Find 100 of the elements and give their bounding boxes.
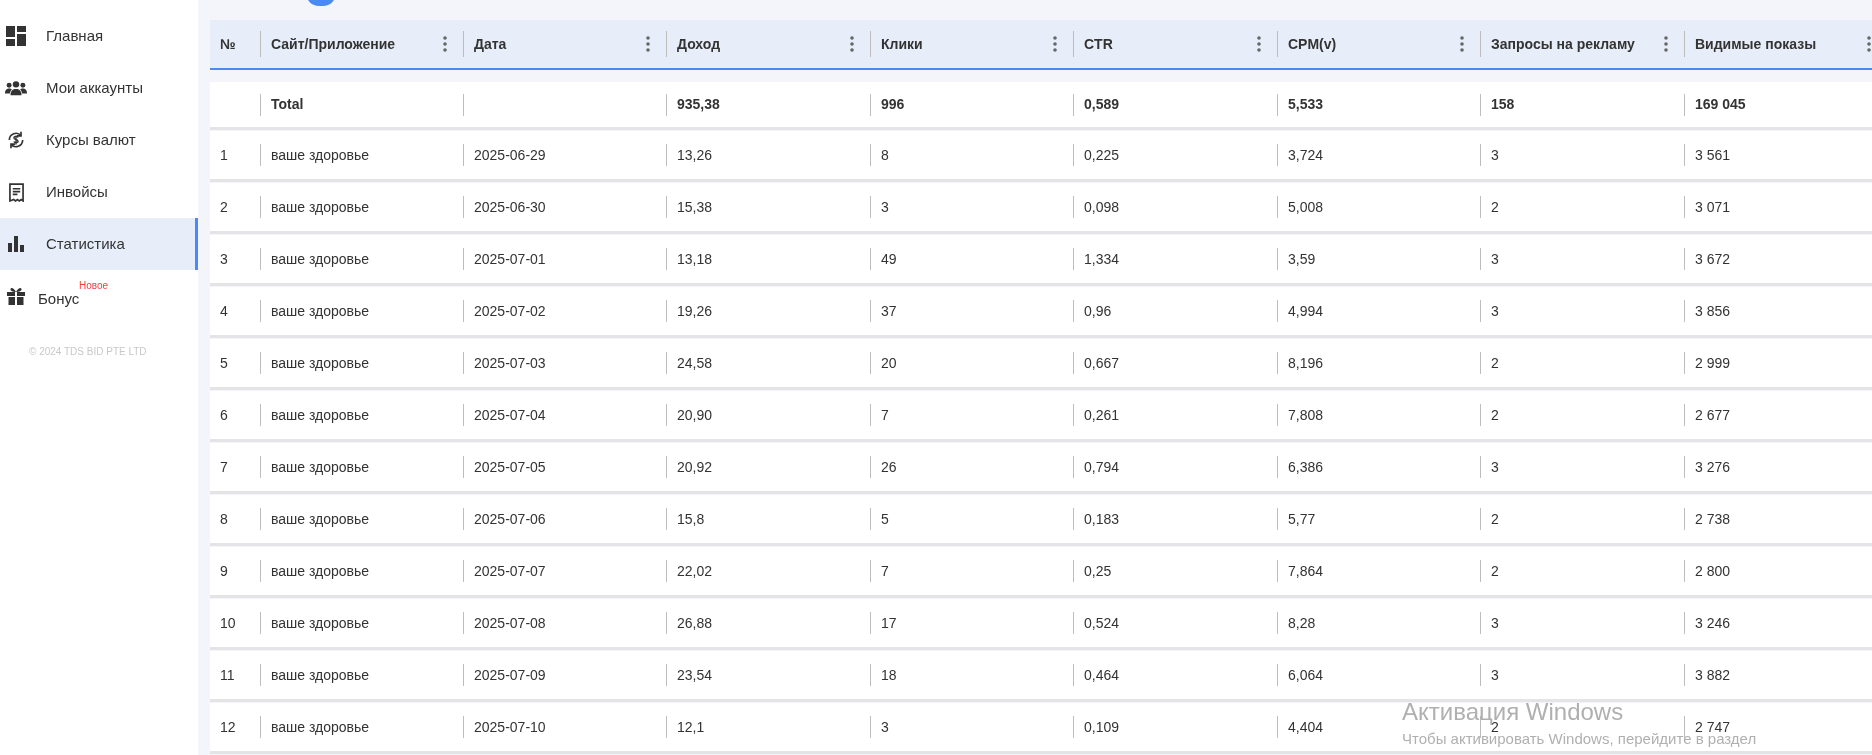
- table-cell-text: 3: [1491, 457, 1499, 477]
- table-cell-text: 0,667: [1084, 353, 1120, 373]
- table-cell-text: 19,26: [677, 301, 713, 321]
- table-cell-text: 1,334: [1084, 249, 1120, 269]
- column-header[interactable]: CPM(v): [1288, 36, 1460, 52]
- table-cell-text: 2025-07-02: [474, 301, 546, 321]
- bar-chart-icon: [8, 236, 24, 252]
- more-options-icon[interactable]: [850, 36, 854, 52]
- new-label: Новое: [79, 279, 109, 293]
- table-cell-text: 2 800: [1695, 561, 1731, 581]
- table-cell-text: 3 856: [1695, 301, 1731, 321]
- table-cell-text: 4,404: [1288, 717, 1324, 737]
- table-cell-text: 3 071: [1695, 197, 1731, 217]
- table-cell-text: 0,524: [1084, 613, 1120, 633]
- table-cell-text: 996: [881, 95, 905, 114]
- table-cell-text: 26,88: [677, 613, 713, 633]
- column-header[interactable]: Дата: [474, 36, 646, 52]
- more-options-icon[interactable]: [1867, 36, 1871, 52]
- sidebar-item[interactable]: Бонус Новое: [0, 270, 198, 322]
- table-cell-text: 6: [220, 405, 228, 425]
- table-cell-text: 11: [220, 665, 235, 685]
- table-cell-text: ваше здоровье: [271, 665, 370, 685]
- table-cell-text: 4: [220, 301, 228, 321]
- sidebar-item[interactable]: Мои аккаунты: [0, 62, 198, 114]
- receipt-icon: [8, 182, 24, 202]
- table-cell-text: 3: [1491, 613, 1499, 633]
- people-icon: [5, 80, 27, 96]
- sidebar-item[interactable]: Инвойсы: [0, 166, 198, 218]
- column-header[interactable]: Клики: [881, 36, 1053, 52]
- table-cell-text: 6,386: [1288, 457, 1324, 477]
- table-cell-text: 10: [220, 613, 236, 633]
- table-cell-text: 0,464: [1084, 665, 1120, 685]
- table-cell-text: ваше здоровье: [271, 301, 370, 321]
- table-cell-text: 18: [881, 665, 897, 685]
- table-cell-text: 3: [1491, 301, 1499, 321]
- more-options-icon[interactable]: [646, 36, 650, 52]
- table-cell-text: 2025-06-30: [474, 197, 546, 217]
- table-cell-text: 3: [1491, 665, 1499, 685]
- table-cell-text: ваше здоровье: [271, 561, 370, 581]
- table-cell-text: 2025-07-07: [474, 561, 546, 581]
- more-options-icon[interactable]: [1460, 36, 1464, 52]
- table-cell-text: 0,225: [1084, 145, 1120, 165]
- more-options-icon[interactable]: [1053, 36, 1057, 52]
- table-cell-text: 2025-07-06: [474, 509, 546, 529]
- gift-icon: [7, 287, 25, 305]
- table-cell-text: 0,96: [1084, 301, 1112, 321]
- table-cell-text: 0,589: [1084, 95, 1120, 114]
- table-cell-text: 2: [1491, 405, 1499, 425]
- table-cell-text: 17: [881, 613, 897, 633]
- column-header[interactable]: CTR: [1084, 36, 1257, 52]
- more-options-icon[interactable]: [1664, 36, 1668, 52]
- column-header[interactable]: Доход: [677, 36, 850, 52]
- table-cell-text: 3 882: [1695, 665, 1731, 685]
- column-header[interactable]: Сайт/Приложение: [271, 36, 443, 52]
- column-header[interactable]: Видимые показы: [1695, 36, 1867, 52]
- table-cell-text: 0,261: [1084, 405, 1120, 425]
- table-cell-text: 2: [1491, 561, 1499, 581]
- table-cell-text: 5,008: [1288, 197, 1324, 217]
- table-cell-text: 2 999: [1695, 353, 1731, 373]
- column-header[interactable]: Запросы на рекламу: [1491, 36, 1664, 52]
- table-cell-text: 2025-06-29: [474, 145, 546, 165]
- table-cell-text: 12: [220, 717, 236, 737]
- table-cell-text: 0,25: [1084, 561, 1112, 581]
- table-cell-text: 5: [220, 353, 228, 373]
- table-cell-text: 3 246: [1695, 613, 1731, 633]
- table-cell-text: 20: [881, 353, 897, 373]
- table-cell-text: 8: [220, 509, 228, 529]
- table-cell-text: ваше здоровье: [271, 717, 370, 737]
- column-header[interactable]: №: [220, 36, 260, 52]
- table-cell-text: 158: [1491, 95, 1515, 114]
- table-cell-text: 7: [881, 561, 889, 581]
- table-cell-text: 22,02: [677, 561, 713, 581]
- table-cell-text: 3,59: [1288, 249, 1316, 269]
- sidebar-item[interactable]: Статистика: [0, 218, 198, 270]
- sidebar-item[interactable]: Главная: [0, 10, 198, 62]
- table-cell-text: 8,28: [1288, 613, 1316, 633]
- table-cell-text: 6,064: [1288, 665, 1324, 685]
- table-cell-text: 2025-07-03: [474, 353, 546, 373]
- table-cell-text: ваше здоровье: [271, 405, 370, 425]
- table-cell-text: 20,92: [677, 457, 713, 477]
- table-cell-text: 4,994: [1288, 301, 1324, 321]
- table-cell-text: ваше здоровье: [271, 613, 370, 633]
- table-cell-text: 12,1: [677, 717, 705, 737]
- table-cell-text: 2025-07-10: [474, 717, 546, 737]
- more-options-icon[interactable]: [443, 36, 447, 52]
- table-cell-text: 2: [1491, 353, 1499, 373]
- table-cell-text: 3: [1491, 249, 1499, 269]
- table-cell-text: 3 561: [1695, 145, 1731, 165]
- table-cell-text: 49: [881, 249, 897, 269]
- table-cell-text: 3: [1491, 145, 1499, 165]
- table-cell-text: 7,864: [1288, 561, 1324, 581]
- table-cell-text: 2 738: [1695, 509, 1731, 529]
- table-cell-text: 1: [220, 145, 228, 165]
- table-cell-text: 3 672: [1695, 249, 1731, 269]
- more-options-icon[interactable]: [1257, 36, 1261, 52]
- sidebar-item[interactable]: Курсы валют: [0, 114, 198, 166]
- table-cell-text: 8,196: [1288, 353, 1324, 373]
- table-cell-text: 7: [220, 457, 228, 477]
- table-cell-text: 935,38: [677, 95, 720, 114]
- table-cell-text: 7,808: [1288, 405, 1324, 425]
